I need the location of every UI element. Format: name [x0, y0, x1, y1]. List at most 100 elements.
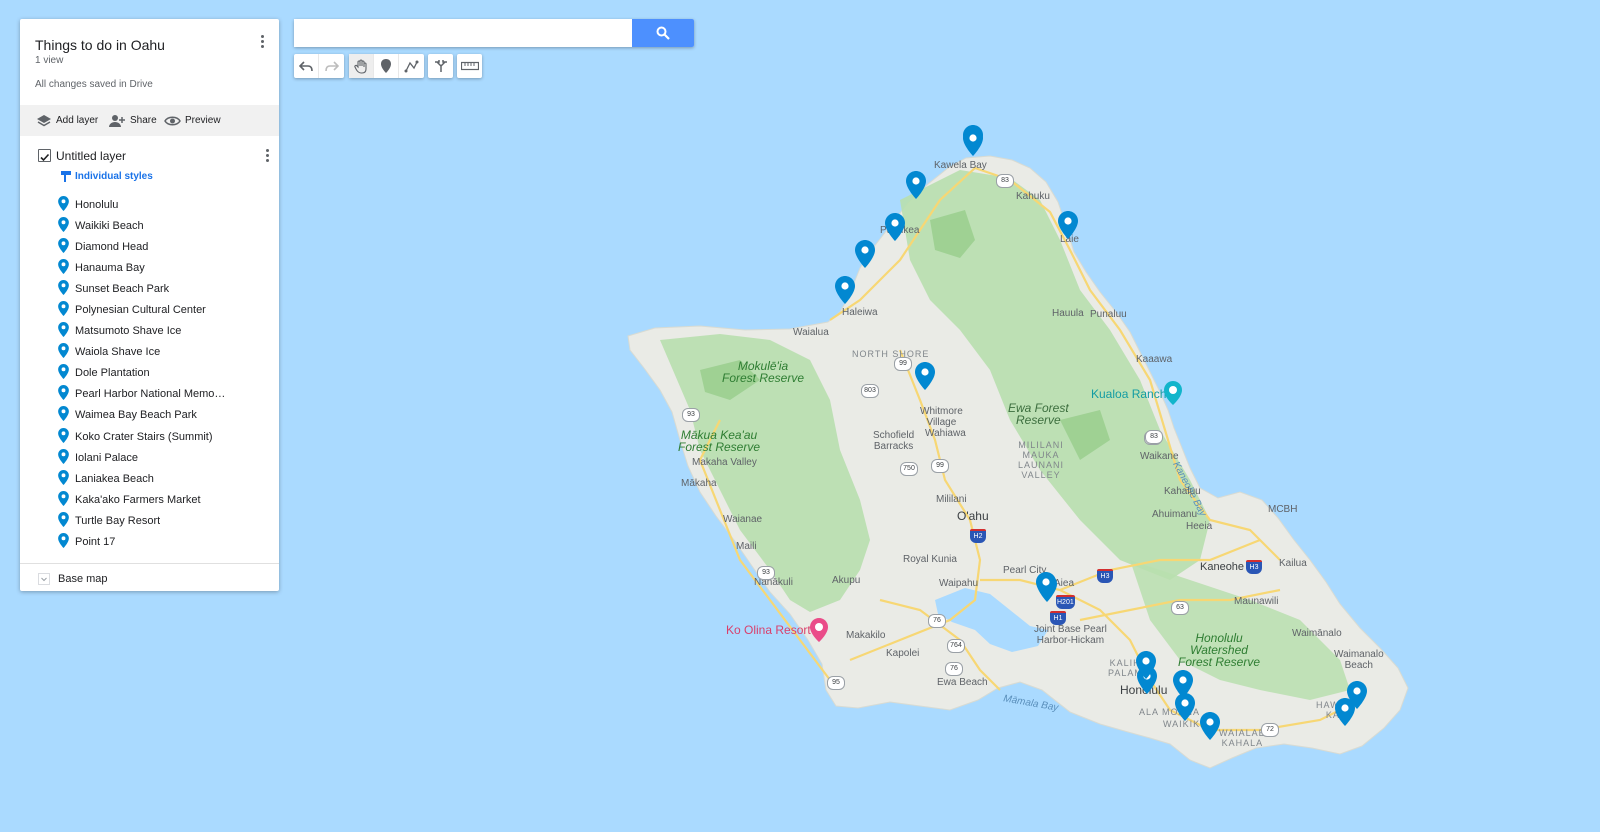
layer-item[interactable]: Waikiki Beach — [58, 215, 227, 236]
kualoa-ranch-icon[interactable] — [1164, 381, 1184, 409]
route-shield: H201 — [1056, 595, 1075, 609]
label-ko-olina-resort[interactable]: Ko Olina Resort — [726, 623, 811, 637]
select-items-button[interactable] — [349, 54, 374, 78]
layer-item[interactable]: Honolulu — [58, 194, 227, 215]
layer-item-label: Honolulu — [75, 198, 119, 211]
chevron-down-icon — [38, 573, 50, 585]
label-waikane: Waikane — [1140, 451, 1179, 462]
directions-tool — [428, 54, 453, 78]
label-akupu: Akupu — [832, 575, 861, 586]
add-layer-label: Add layer — [56, 115, 99, 126]
map-pin-icon — [58, 216, 69, 235]
undo-button[interactable] — [294, 54, 319, 78]
label-kahaluu: Kahaluu — [1164, 486, 1201, 497]
label-schofield: Schofield Barracks — [873, 430, 915, 452]
label-heeia: Heeia — [1186, 521, 1213, 532]
layer-visibility-checkbox[interactable] — [38, 149, 51, 162]
hand-icon — [354, 58, 367, 74]
layer-item-label: Dole Plantation — [75, 367, 150, 380]
label-mokuleia-forest: Mokulē'ia Forest Reserve — [722, 359, 805, 385]
label-kailua: Kailua — [1279, 558, 1307, 569]
layer-item[interactable]: Polynesian Cultural Center — [58, 299, 227, 320]
layer-item[interactable]: Koko Crater Stairs (Summit) — [58, 426, 227, 447]
map-pin-icon[interactable] — [1136, 651, 1156, 679]
map-pin-icon[interactable] — [885, 213, 905, 241]
layer-item-label: Diamond Head — [75, 240, 149, 253]
label-makua-forest: Mākua Kea'au Forest Reserve — [678, 428, 761, 454]
layer-item[interactable]: Hanauma Bay — [58, 257, 227, 278]
map-pin-icon[interactable] — [963, 128, 983, 156]
map-pin-icon[interactable] — [915, 362, 935, 390]
base-map-toggle[interactable]: Base map — [38, 571, 108, 587]
layer-item-label: Waimea Bay Beach Park — [75, 409, 197, 422]
label-royal-kunia: Royal Kunia — [903, 554, 957, 565]
map-pin-icon — [58, 195, 69, 214]
search-input[interactable] — [294, 19, 626, 47]
layer-item-label: Koko Crater Stairs (Summit) — [75, 430, 213, 443]
search-icon — [656, 26, 670, 40]
add-directions-button[interactable] — [428, 54, 453, 78]
more-options-icon[interactable] — [255, 33, 271, 51]
layer-item[interactable]: Iolani Palace — [58, 447, 227, 468]
route-shield: 83 — [1145, 430, 1163, 444]
layer-item[interactable]: Pearl Harbor National Memorial — [58, 384, 227, 405]
layer-item[interactable]: Waimea Bay Beach Park — [58, 405, 227, 426]
label-kualoa-ranch[interactable]: Kualoa Ranch — [1091, 387, 1166, 401]
route-shield: 83 — [996, 174, 1014, 188]
map-pin-icon — [58, 533, 69, 551]
label-mililani: Mililani — [936, 494, 967, 505]
add-layer-button[interactable]: Add layer — [36, 105, 98, 136]
label-makaha: Mākaha — [681, 478, 717, 489]
label-oahu: O'ahu — [957, 509, 989, 523]
label-north-shore: NORTH SHORE — [852, 349, 930, 359]
layer-options-icon[interactable] — [260, 147, 276, 165]
individual-styles-link[interactable]: Individual styles — [60, 170, 153, 183]
layer-title[interactable]: Untitled layer — [56, 149, 126, 163]
map-pin-icon — [58, 343, 69, 361]
measure-distance-button[interactable] — [457, 54, 482, 78]
layer-item[interactable]: Point 17 — [58, 532, 227, 553]
map-pin-icon — [58, 511, 69, 530]
map-title[interactable]: Things to do in Oahu — [35, 37, 165, 53]
label-makaha-valley: Makaha Valley — [692, 457, 757, 468]
layer-item[interactable]: Turtle Bay Resort — [58, 510, 227, 531]
map-pin-icon — [58, 364, 69, 382]
map-pin-icon[interactable] — [1036, 572, 1056, 600]
preview-button[interactable]: Preview — [164, 105, 221, 136]
save-status: All changes saved in Drive — [35, 79, 153, 90]
map-pin-icon[interactable] — [906, 171, 926, 199]
ko-olina-resort-icon[interactable] — [810, 618, 830, 646]
map-pin-icon — [58, 237, 69, 256]
layer-item[interactable]: Waiola Shave Ice — [58, 342, 227, 363]
route-shield: 99 — [931, 459, 949, 473]
redo-button[interactable] — [319, 54, 344, 78]
map-pin-icon[interactable] — [855, 240, 875, 268]
route-shield: 76 — [928, 614, 946, 628]
map-pin-icon[interactable] — [1058, 211, 1078, 239]
label-hauula: Hauula — [1052, 308, 1084, 319]
layer-item[interactable]: Laniakea Beach — [58, 468, 227, 489]
layer-item[interactable]: Diamond Head — [58, 236, 227, 257]
search-box — [294, 19, 694, 47]
layer-item[interactable]: Kaka'ako Farmers Market — [58, 489, 227, 510]
directions-icon — [434, 60, 447, 72]
map-pin-icon[interactable] — [1173, 670, 1193, 698]
map-pin-icon[interactable] — [1200, 712, 1220, 740]
share-label: Share — [130, 115, 157, 126]
route-shield: H1 — [1050, 611, 1066, 625]
label-waimanalo-beach: Waimanalo Beach — [1334, 649, 1384, 671]
history-tools — [294, 54, 344, 78]
route-shield: H2 — [970, 529, 986, 543]
draw-line-button[interactable] — [399, 54, 424, 78]
layer-item[interactable]: Matsumoto Shave Ice — [58, 321, 227, 342]
map-pin-icon[interactable] — [835, 276, 855, 304]
layer-item[interactable]: Sunset Beach Park — [58, 278, 227, 299]
layer-item-label: Matsumoto Shave Ice — [75, 325, 182, 338]
map-pin-icon[interactable] — [1335, 698, 1355, 726]
share-button[interactable]: Share — [108, 105, 157, 136]
search-button[interactable] — [632, 19, 694, 47]
layer-item-label: Pearl Harbor National Memorial — [75, 388, 227, 401]
add-marker-button[interactable] — [374, 54, 399, 78]
label-waimanalo: Waimānalo — [1292, 628, 1342, 639]
layer-item[interactable]: Dole Plantation — [58, 363, 227, 384]
